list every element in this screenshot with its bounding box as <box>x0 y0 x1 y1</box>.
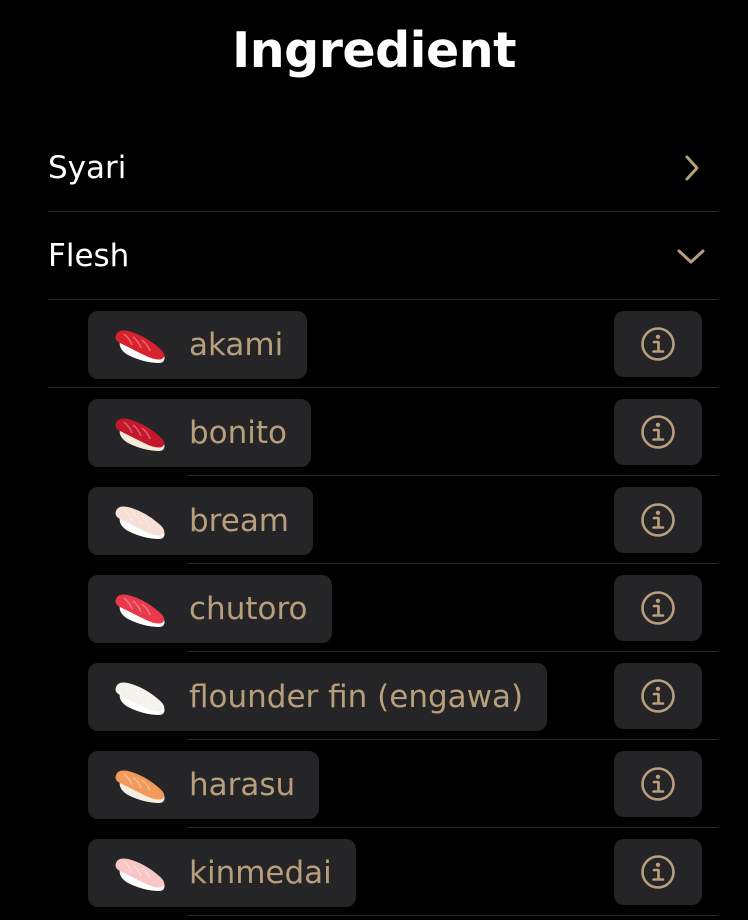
flesh-item-label: kinmedai <box>189 855 332 891</box>
info-circle-icon <box>641 415 675 449</box>
section-label-syari: Syari <box>48 150 127 186</box>
flesh-item-button[interactable]: bonito <box>88 399 312 467</box>
info-button[interactable] <box>614 839 702 905</box>
flesh-item-button[interactable]: kinmedai <box>88 839 356 907</box>
chutoro-sushi-icon <box>115 594 165 627</box>
divider <box>48 387 718 388</box>
info-circle-icon <box>641 679 675 713</box>
chevron-right-icon <box>685 155 699 181</box>
flesh-item-button[interactable]: akami <box>88 311 308 379</box>
info-button[interactable] <box>614 575 702 641</box>
section-syari[interactable]: Syari <box>48 124 718 212</box>
flesh-item-label: flounder fin (engawa) <box>189 679 524 715</box>
tuna-sushi-icon <box>115 330 165 363</box>
info-circle-icon <box>641 855 675 889</box>
divider <box>48 299 718 300</box>
engawa-sushi-icon <box>115 682 165 715</box>
divider <box>188 475 718 476</box>
divider <box>188 827 718 828</box>
info-button[interactable] <box>614 311 702 377</box>
flesh-item-label: akami <box>189 327 284 363</box>
flesh-item-button[interactable]: chutoro <box>88 575 332 643</box>
info-button[interactable] <box>614 751 702 817</box>
divider <box>188 915 718 916</box>
info-circle-icon <box>641 327 675 361</box>
bream-sushi-icon <box>115 506 165 539</box>
divider <box>188 739 718 740</box>
flesh-item-label: bream <box>189 503 290 539</box>
divider <box>188 563 718 564</box>
flesh-item-label: bonito <box>189 415 288 451</box>
page-title: Ingredient <box>232 22 517 79</box>
bonito-sushi-icon <box>115 418 165 451</box>
info-circle-icon <box>641 591 675 625</box>
chevron-down-icon <box>677 249 705 264</box>
kinmedai-sushi-icon <box>115 858 165 891</box>
section-flesh[interactable]: Flesh <box>48 212 718 300</box>
divider <box>188 651 718 652</box>
info-circle-icon <box>641 767 675 801</box>
info-button[interactable] <box>614 487 702 553</box>
flesh-item-button[interactable]: harasu <box>88 751 320 819</box>
harasu-sushi-icon <box>115 770 165 803</box>
info-circle-icon <box>641 503 675 537</box>
flesh-item-button[interactable]: flounder fin (engawa) <box>88 663 548 731</box>
info-button[interactable] <box>614 399 702 465</box>
flesh-item-label: chutoro <box>189 591 308 627</box>
section-label-flesh: Flesh <box>48 238 130 274</box>
flesh-item-button[interactable]: bream <box>88 487 314 555</box>
flesh-item-label: harasu <box>189 767 296 803</box>
info-button[interactable] <box>614 663 702 729</box>
